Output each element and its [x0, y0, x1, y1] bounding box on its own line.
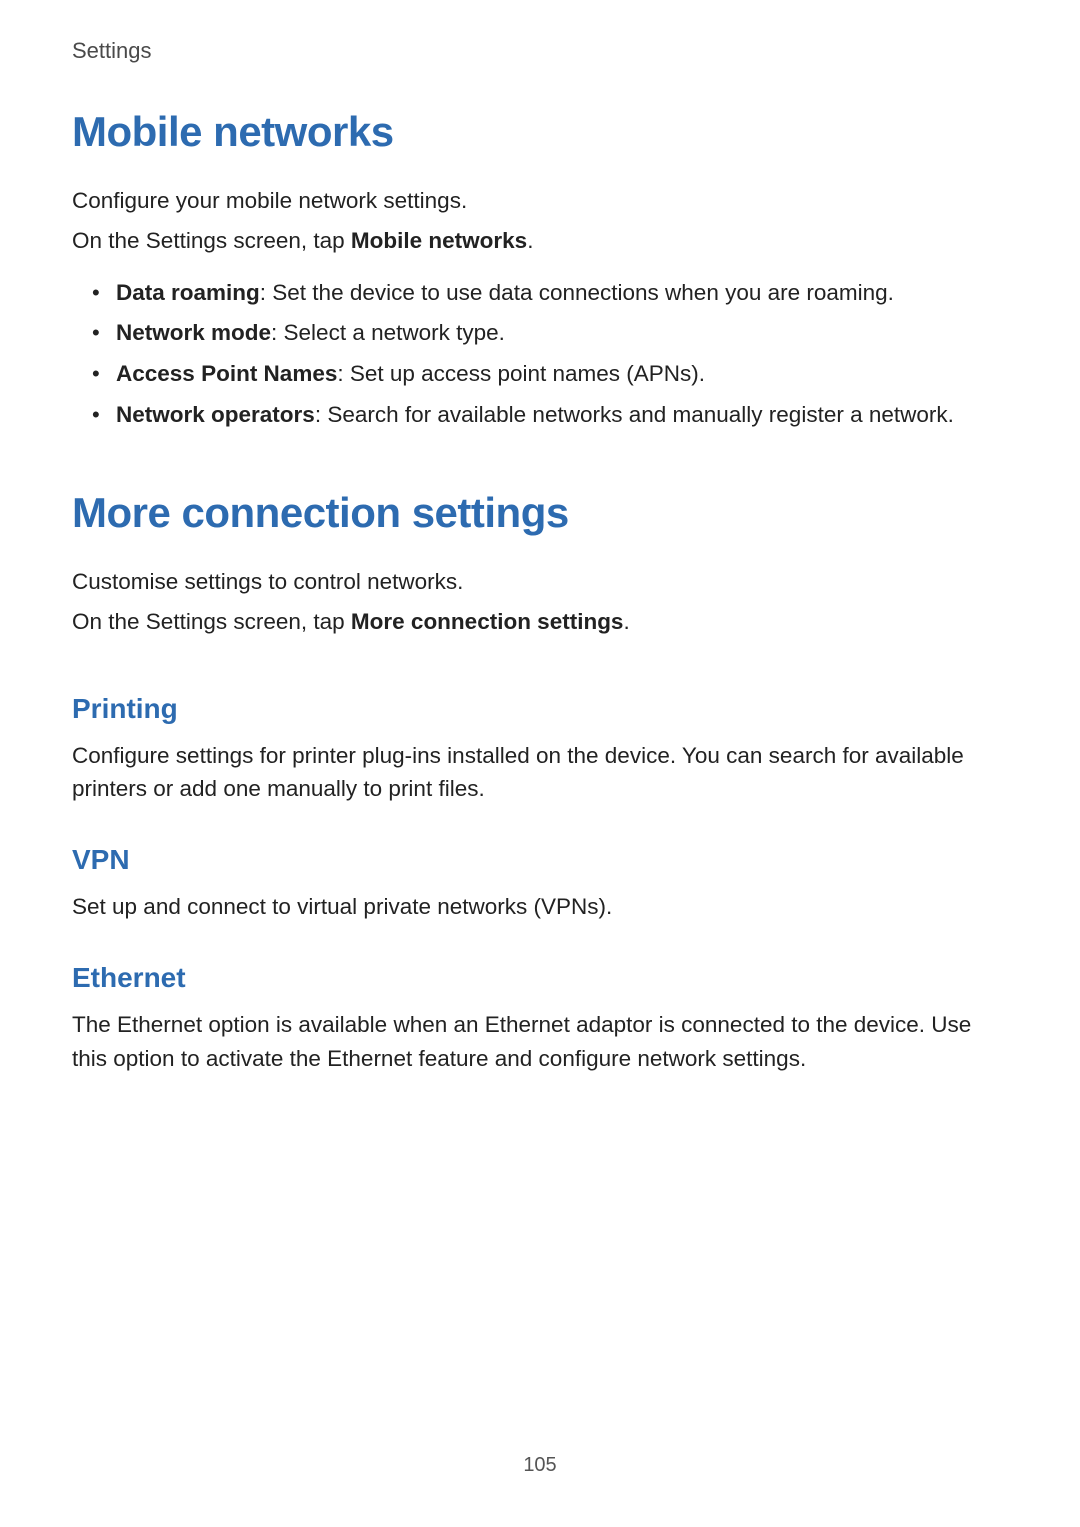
text-fragment: On the Settings screen, tap	[72, 228, 351, 253]
bold-term: Network operators	[116, 402, 315, 427]
heading-ethernet: Ethernet	[72, 962, 1008, 994]
text-fragment: : Set the device to use data connections…	[260, 280, 894, 305]
printing-text: Configure settings for printer plug-ins …	[72, 739, 1008, 807]
text-fragment: : Search for available networks and manu…	[315, 402, 954, 427]
ethernet-text: The Ethernet option is available when an…	[72, 1008, 1008, 1076]
list-item: Access Point Names: Set up access point …	[72, 357, 1008, 392]
heading-vpn: VPN	[72, 844, 1008, 876]
mobile-networks-intro-1: Configure your mobile network settings.	[72, 184, 1008, 218]
vpn-text: Set up and connect to virtual private ne…	[72, 890, 1008, 924]
more-conn-intro-1: Customise settings to control networks.	[72, 565, 1008, 599]
mobile-networks-intro-2: On the Settings screen, tap Mobile netwo…	[72, 224, 1008, 258]
page-content: Settings Mobile networks Configure your …	[0, 0, 1080, 1075]
bold-term: Access Point Names	[116, 361, 337, 386]
more-conn-intro-2: On the Settings screen, tap More connect…	[72, 605, 1008, 639]
text-fragment: .	[623, 609, 629, 634]
heading-printing: Printing	[72, 693, 1008, 725]
heading-more-connection-settings: More connection settings	[72, 489, 1008, 537]
text-fragment: .	[527, 228, 533, 253]
section-header-label: Settings	[72, 38, 1008, 64]
text-fragment: On the Settings screen, tap	[72, 609, 351, 634]
page-number: 105	[0, 1454, 1080, 1477]
mobile-networks-list: Data roaming: Set the device to use data…	[72, 276, 1008, 434]
bold-term: Data roaming	[116, 280, 260, 305]
text-fragment: : Select a network type.	[271, 320, 505, 345]
bold-term: More connection settings	[351, 609, 624, 634]
text-fragment: : Set up access point names (APNs).	[337, 361, 705, 386]
bold-term: Mobile networks	[351, 228, 527, 253]
list-item: Network mode: Select a network type.	[72, 316, 1008, 351]
list-item: Data roaming: Set the device to use data…	[72, 276, 1008, 311]
bold-term: Network mode	[116, 320, 271, 345]
list-item: Network operators: Search for available …	[72, 398, 1008, 433]
heading-mobile-networks: Mobile networks	[72, 108, 1008, 156]
